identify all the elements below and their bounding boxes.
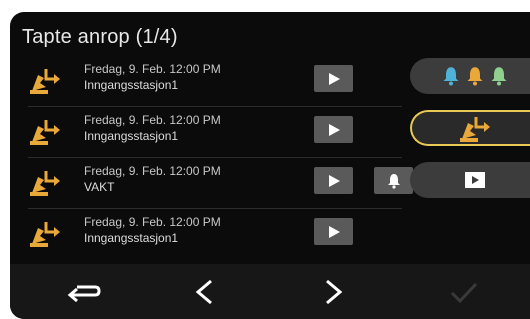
missed-call-icon bbox=[30, 120, 60, 145]
call-info: Fredag, 9. Feb. 12:00 PM Inngangsstasjon… bbox=[84, 215, 221, 246]
back-button[interactable] bbox=[54, 264, 114, 319]
list-item[interactable]: Fredag, 9. Feb. 12:00 PM Inngangsstasjon… bbox=[28, 209, 402, 259]
checkmark-icon bbox=[450, 282, 478, 303]
chevron-right-icon bbox=[326, 279, 343, 304]
missed-call-icon bbox=[30, 69, 60, 94]
play-button[interactable] bbox=[314, 116, 353, 143]
call-caller: Inngangsstasjon1 bbox=[84, 231, 179, 245]
call-info: Fredag, 9. Feb. 12:00 PM Inngangsstasjon… bbox=[84, 113, 221, 144]
play-icon bbox=[328, 174, 340, 187]
play-icon bbox=[328, 123, 340, 136]
call-caller: Inngangsstasjon1 bbox=[84, 129, 179, 143]
previous-page-button[interactable] bbox=[174, 264, 234, 319]
call-info: Fredag, 9. Feb. 12:00 PM VAKT bbox=[84, 164, 221, 195]
call-date: Fredag, 9. Feb. 12:00 PM bbox=[84, 62, 221, 76]
play-icon bbox=[328, 225, 340, 238]
call-caller: Inngangsstasjon1 bbox=[84, 78, 179, 92]
play-box-icon bbox=[465, 172, 485, 188]
missed-calls-list: Fredag, 9. Feb. 12:00 PM Inngangsstasjon… bbox=[28, 56, 413, 259]
bell-green-icon bbox=[491, 67, 507, 86]
back-arrow-icon bbox=[67, 285, 101, 302]
call-date: Fredag, 9. Feb. 12:00 PM bbox=[84, 215, 221, 229]
confirm-button[interactable] bbox=[434, 264, 494, 319]
recordings-button[interactable] bbox=[410, 162, 530, 198]
alarm-bell-button[interactable] bbox=[374, 167, 413, 194]
call-date: Fredag, 9. Feb. 12:00 PM bbox=[84, 164, 221, 178]
chevron-left-icon bbox=[195, 279, 212, 304]
missed-calls-button[interactable] bbox=[410, 110, 530, 146]
list-item[interactable]: Fredag, 9. Feb. 12:00 PM Inngangsstasjon… bbox=[28, 107, 402, 158]
call-date: Fredag, 9. Feb. 12:00 PM bbox=[84, 113, 221, 127]
next-page-button[interactable] bbox=[304, 264, 364, 319]
call-info: Fredag, 9. Feb. 12:00 PM Inngangsstasjon… bbox=[84, 62, 221, 93]
bell-blue-icon bbox=[443, 67, 459, 86]
play-button[interactable] bbox=[314, 167, 353, 194]
list-item[interactable]: Fredag, 9. Feb. 12:00 PM Inngangsstasjon… bbox=[28, 56, 402, 107]
bottom-nav bbox=[10, 264, 530, 319]
play-icon bbox=[328, 72, 340, 85]
missed-call-icon bbox=[460, 117, 490, 142]
bell-icon bbox=[387, 173, 400, 189]
bell-orange-icon bbox=[467, 67, 483, 86]
play-button[interactable] bbox=[314, 65, 353, 92]
intercom-screen: Tapte anrop (1/4) Fredag, 9. Feb. 12:00 … bbox=[10, 12, 530, 319]
play-button[interactable] bbox=[314, 218, 353, 245]
list-item[interactable]: Fredag, 9. Feb. 12:00 PM VAKT bbox=[28, 158, 413, 209]
page-title: Tapte anrop (1/4) bbox=[22, 26, 178, 48]
missed-call-icon bbox=[30, 171, 60, 196]
call-caller: VAKT bbox=[84, 180, 115, 194]
alarm-bells-button[interactable] bbox=[410, 58, 530, 94]
missed-call-icon bbox=[30, 222, 60, 247]
